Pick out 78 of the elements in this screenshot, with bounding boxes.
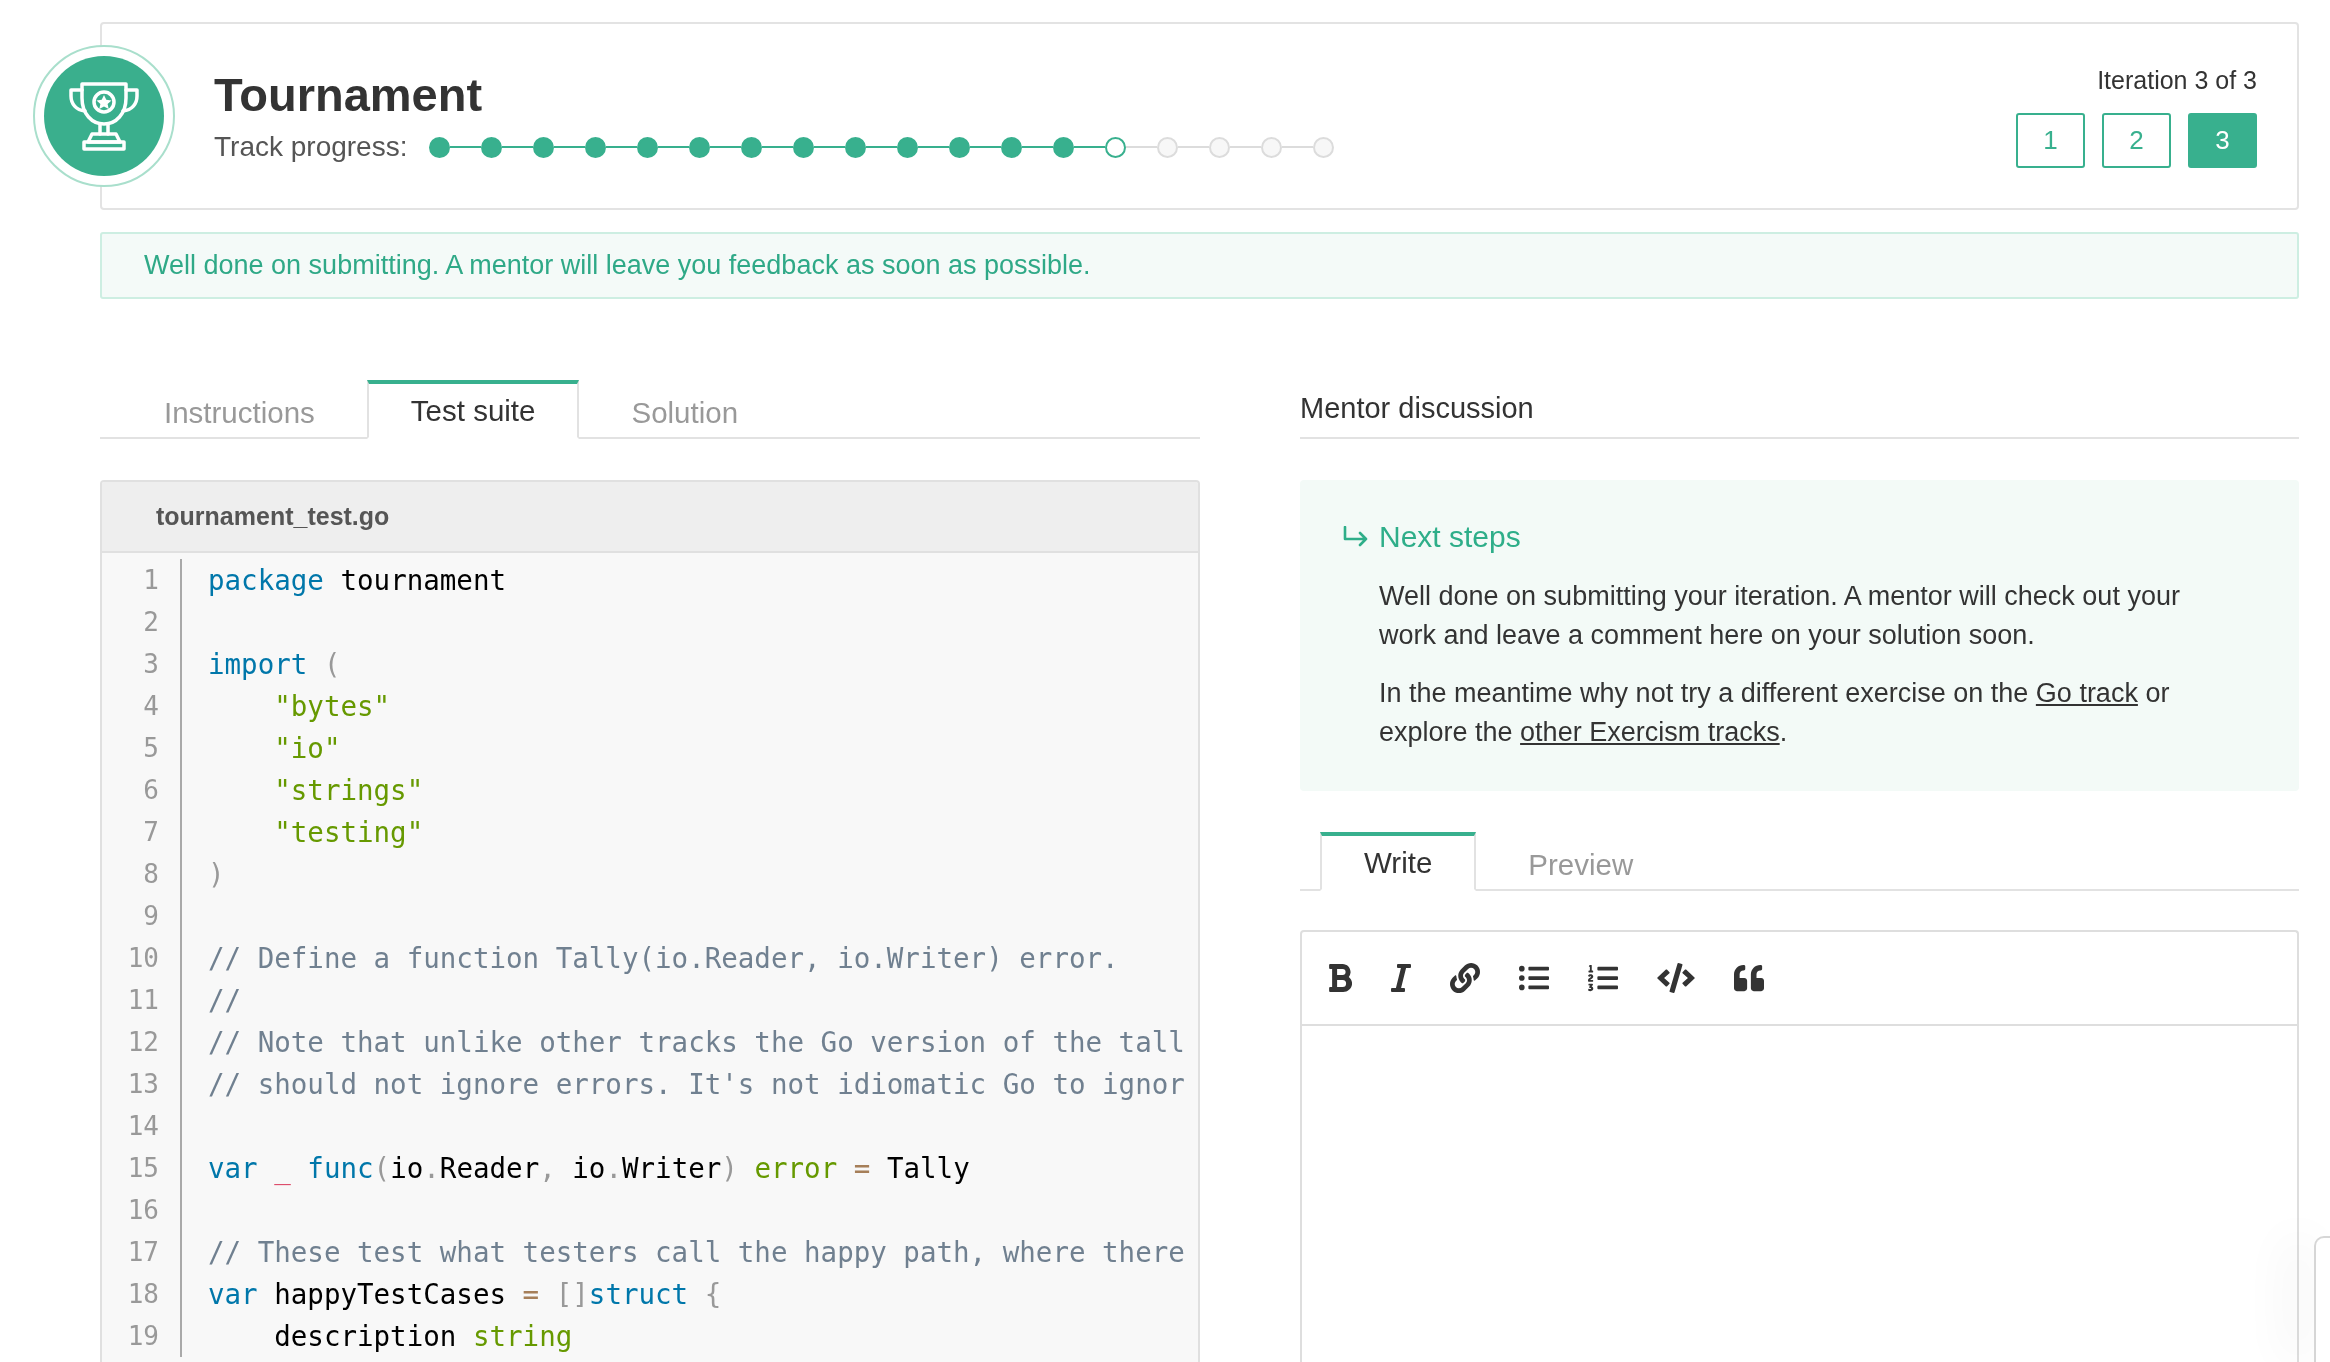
progress-label: Track progress: [214,131,408,163]
iteration-label: Iteration 3 of 3 [2097,64,2257,95]
code-line: // Define a function Tally(io.Reader, io.Writer) error. [208,941,1119,976]
code-line: "strings" [273,773,424,808]
line-number: 13 [127,1068,159,1101]
line-number: 19 [127,1320,159,1353]
line-number: 16 [127,1194,159,1227]
line-number: 14 [127,1110,159,1143]
return-arrow-icon [1342,526,1369,548]
code-line: package tournament [208,563,507,598]
line-number: 5 [143,732,159,765]
progress-connector [1074,146,1106,148]
line-number: 8 [143,858,159,891]
progress-connector [1126,146,1158,148]
code-line: "bytes" [273,689,391,724]
file-name: tournament_test.go [156,502,390,531]
code-line: // These test what testers call the happy path, where there [208,1235,1185,1270]
progress-connector [606,146,638,148]
iteration-button[interactable]: 1 [2016,112,2085,168]
code-line: // should not ignore errors. It's not idiomatic Go to ignor [208,1067,1185,1102]
code-icon[interactable] [1657,963,1695,993]
next-steps-text: In the meantime why not try a different exercise on the Go track or explore the other Exercism tracks. [1379,677,2171,749]
bold-icon[interactable] [1328,962,1352,994]
progress-connector [814,146,846,148]
line-number: 15 [127,1152,159,1185]
progress-connector [970,146,1002,148]
code-line: "io" [273,731,341,766]
italic-icon[interactable] [1391,962,1411,994]
exercise-title: Tournament [214,69,484,121]
track-link[interactable]: Go track [2035,678,2138,708]
line-number: 7 [143,816,159,849]
iteration-button[interactable]: 3 [2188,112,2257,168]
progress-connector [762,146,794,148]
code-line: var happyTestCases = []struct { [208,1277,722,1312]
progress-connector [1178,146,1210,148]
next-steps-title: Next steps [1379,519,1521,555]
line-number: 17 [127,1236,159,1269]
quote-icon[interactable] [1734,963,1764,993]
next-steps-text: Well done on submitting your iteration. A mentor will check out your work and leave a comment here on your solution soon. [1379,580,2181,652]
iteration-button[interactable]: 2 [2102,112,2171,168]
numbered-list-icon[interactable] [1588,963,1618,993]
solution-tab[interactable]: Instructions [120,384,359,439]
solution-tab[interactable]: Test suite [366,380,580,439]
code-line: ) [208,857,225,892]
link-icon[interactable] [1450,963,1480,993]
progress-connector [554,146,586,148]
line-number: 10 [127,942,159,975]
line-number: 1 [143,564,159,597]
line-number: 12 [127,1026,159,1059]
code-line: "testing" [273,815,424,850]
solution-tab[interactable]: Solution [587,384,783,439]
line-number: 11 [127,984,159,1017]
comment-tab[interactable]: Write [1320,832,1477,891]
mentor-discussion-heading: Mentor discussion [1300,392,1534,425]
progress-connector [450,146,482,148]
code-line: import ( [208,647,341,682]
progress-connector [1230,146,1262,148]
progress-connector [658,146,690,148]
bulleted-list-icon[interactable] [1519,963,1549,993]
code-line: // Note that unlike other tracks the Go version of the tall [208,1025,1185,1060]
progress-connector [866,146,898,148]
submission-notice: Well done on submitting. A mentor will leave you feedback as soon as possible. [100,232,2299,299]
progress-connector [502,146,534,148]
line-number: 3 [143,648,159,681]
progress-connector [918,146,950,148]
line-number: 6 [143,774,159,807]
progress-connector [1022,146,1054,148]
line-number: 4 [143,690,159,723]
code-line: var _ func(io.Reader, io.Writer) error = Tally [208,1151,970,1187]
comment-tab[interactable]: Preview [1484,836,1678,891]
line-number: 18 [127,1278,159,1311]
progress-connector [710,146,742,148]
line-number: 2 [143,606,159,639]
progress-connector [1282,146,1314,148]
track-link[interactable]: other Exercism tracks [1520,717,1780,747]
code-line: description string [273,1319,573,1354]
code-line: // [208,983,242,1018]
line-number: 9 [143,900,159,933]
